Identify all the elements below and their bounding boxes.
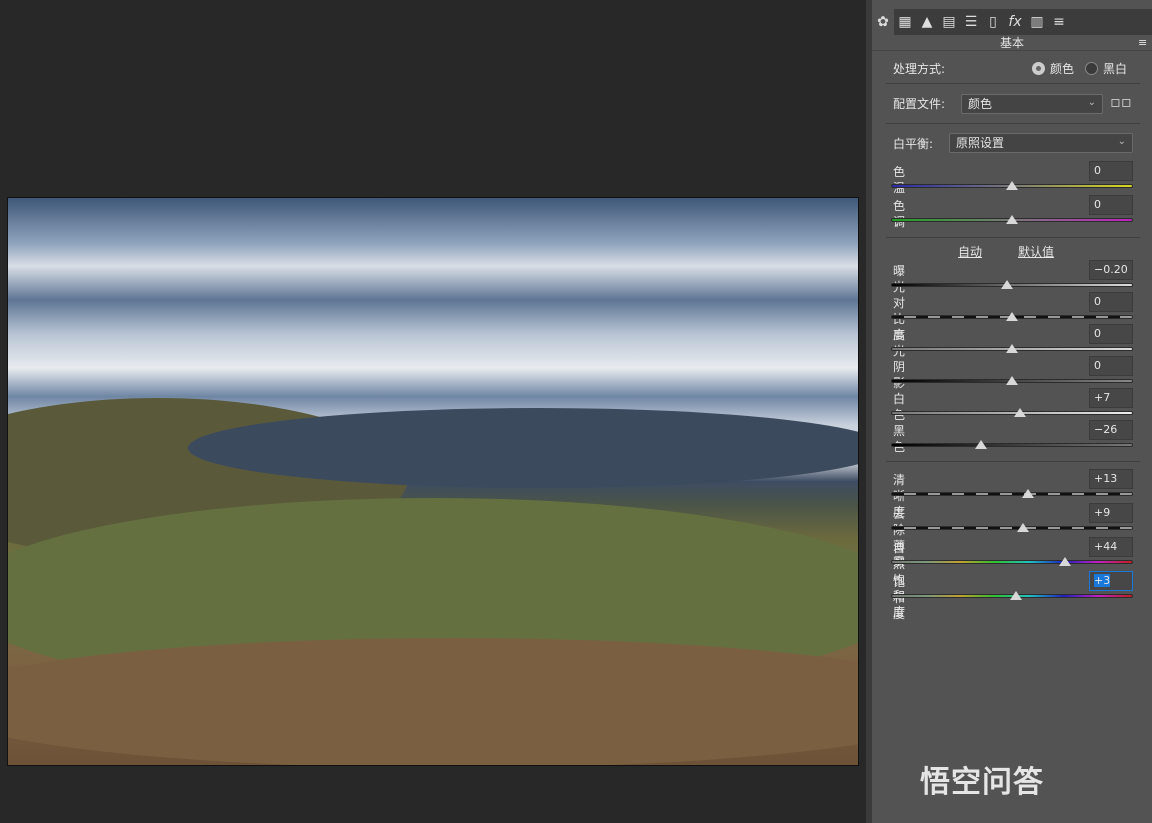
panel-title: 基本 (872, 35, 1152, 51)
treatment-bw-label: 黑白 (1103, 62, 1128, 76)
slider-label: 黑色 (893, 424, 906, 454)
slider-thumb[interactable] (1016, 523, 1029, 532)
slider-value-input[interactable]: +9 (1089, 503, 1133, 523)
slider-value-input[interactable]: +3 (1089, 571, 1133, 591)
slider-value: +7 (1094, 391, 1111, 404)
slider-thumb[interactable] (1001, 280, 1014, 289)
slider-thumb[interactable] (1006, 215, 1018, 224)
slider-value: 0 (1094, 359, 1101, 372)
watermark-logo: 悟空问答 (920, 765, 1044, 800)
photo-preview (7, 197, 859, 766)
slider-value-input[interactable]: −26 (1089, 420, 1133, 440)
slider-thumb[interactable] (1006, 312, 1018, 321)
slider-track[interactable] (891, 411, 1133, 415)
slider-value-input[interactable]: 0 (1089, 292, 1133, 312)
slider-label: 阴影 (893, 360, 906, 390)
slider-label: 色调 (893, 199, 906, 229)
slider-value: −26 (1094, 423, 1118, 436)
slider-label: 白色 (893, 392, 906, 422)
slider-thumb[interactable] (1014, 408, 1027, 417)
panel-menu-icon[interactable]: ≡ (1138, 36, 1147, 50)
profile-select[interactable]: 颜色 ⌄ (961, 94, 1103, 114)
slider-value-input[interactable]: −0.20 (1089, 260, 1133, 280)
slider-track[interactable] (891, 526, 1133, 530)
hsl-icon[interactable]: ▤ (938, 9, 960, 35)
slider-value-input[interactable]: +7 (1089, 388, 1133, 408)
slider-thumb[interactable] (1006, 181, 1018, 190)
calibration-icon[interactable]: ▥ (1026, 9, 1048, 35)
slider-thumb[interactable] (1021, 489, 1034, 498)
slider-thumb[interactable] (1006, 376, 1018, 385)
profile-browser-icon[interactable]: ▫▫ (1110, 94, 1132, 110)
slider-value: 0 (1094, 164, 1101, 177)
slider-thumb[interactable] (1059, 557, 1072, 566)
mountain-detail-icon[interactable]: ▲ (916, 9, 938, 35)
panel-toolbar: ✿ ▦ ▲ ▤ ☰ ▯ fx ▥ ≡ (872, 9, 1152, 35)
aperture-icon[interactable]: ✿ (872, 9, 894, 35)
treatment-color-radio[interactable] (1032, 62, 1045, 75)
slider-value-input[interactable]: +13 (1089, 469, 1133, 489)
slider-track[interactable] (891, 560, 1133, 564)
slider-value-input[interactable]: 0 (1089, 356, 1133, 376)
slider-value: +9 (1094, 506, 1111, 519)
treatment-bw-radio[interactable] (1085, 62, 1098, 75)
fx-icon[interactable]: fx (1004, 9, 1026, 35)
chevron-down-icon: ⌄ (1117, 136, 1126, 147)
slider-track[interactable] (891, 443, 1133, 447)
camera-raw-window: ✿ ▦ ▲ ▤ ☰ ▯ fx ▥ ≡ 基本 ≡ 处理方式: 颜色 黑白 配置文件… (0, 0, 1152, 823)
slider-value: +44 (1094, 540, 1118, 553)
slider-label: 曝光 (893, 264, 906, 294)
profile-label: 配置文件: (893, 97, 946, 111)
slider-value-input[interactable]: +44 (1089, 537, 1133, 557)
white-balance-label: 白平衡: (893, 137, 934, 151)
slider-value: 0 (1094, 327, 1101, 340)
slider-label: 高光 (893, 328, 906, 358)
slider-label: 饱和度 (893, 575, 906, 621)
slider-thumb[interactable] (1006, 344, 1018, 353)
treatment-color-label: 颜色 (1050, 62, 1075, 76)
lens-icon[interactable]: ▯ (982, 9, 1004, 35)
white-balance-value: 原照设置 (956, 136, 1005, 150)
treatment-label: 处理方式: (893, 62, 946, 76)
slider-thumb[interactable] (974, 440, 987, 449)
slider-value-input[interactable]: 0 (1089, 161, 1133, 181)
auto-button[interactable]: 自动 (958, 244, 982, 260)
slider-value: 0 (1094, 295, 1101, 308)
slider-track[interactable] (891, 492, 1133, 496)
slider-value-input[interactable]: 0 (1089, 195, 1133, 215)
slider-value: +3 (1094, 574, 1111, 587)
slider-thumb[interactable] (1009, 591, 1022, 600)
profile-value: 颜色 (968, 97, 993, 111)
grid-curve-icon[interactable]: ▦ (894, 9, 916, 35)
slider-label: 色温 (893, 165, 906, 195)
slider-value-input[interactable]: 0 (1089, 324, 1133, 344)
white-balance-select[interactable]: 原照设置 ⌄ (949, 133, 1133, 153)
default-button[interactable]: 默认值 (1018, 244, 1054, 260)
presets-icon[interactable]: ≡ (1048, 9, 1070, 35)
split-toning-icon[interactable]: ☰ (960, 9, 982, 35)
slider-value: −0.20 (1094, 263, 1128, 276)
slider-value: 0 (1094, 198, 1101, 211)
slider-value: +13 (1094, 472, 1118, 485)
chevron-down-icon: ⌄ (1087, 97, 1096, 108)
